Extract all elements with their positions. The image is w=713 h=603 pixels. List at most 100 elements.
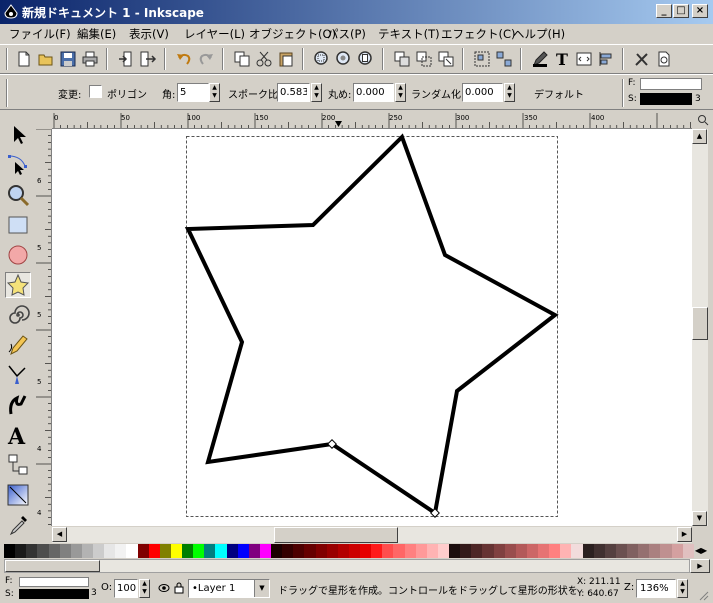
menu-layer[interactable]: レイヤー(L) — [184, 26, 245, 42]
palette-swatch[interactable] — [404, 544, 416, 558]
palette-swatch[interactable] — [426, 544, 438, 558]
palette-swatch[interactable] — [504, 544, 516, 558]
horizontal-scrollbar[interactable]: ◀ ▶ — [52, 527, 692, 543]
palette-swatch[interactable] — [627, 544, 639, 558]
palette-swatch[interactable] — [248, 544, 260, 558]
rectangle-tool[interactable] — [5, 212, 31, 238]
palette-swatch[interactable] — [4, 544, 16, 558]
preferences-icon[interactable] — [633, 50, 651, 68]
palette-swatch[interactable] — [649, 544, 661, 558]
spoke-ratio-field[interactable] — [278, 84, 309, 101]
palette-swatch[interactable] — [159, 544, 171, 558]
palette-swatch[interactable] — [26, 544, 38, 558]
duplicate-icon[interactable] — [393, 50, 411, 68]
palette-swatch[interactable] — [271, 544, 283, 558]
palette-swatch[interactable] — [337, 544, 349, 558]
palette-swatch[interactable] — [615, 544, 627, 558]
redo-icon[interactable] — [197, 50, 215, 68]
palette-swatch[interactable] — [526, 544, 538, 558]
opacity-spin-button[interactable]: ▲ ▼ — [139, 579, 150, 598]
ellipse-tool[interactable] — [5, 242, 31, 268]
menu-path[interactable]: パス(P) — [327, 26, 366, 42]
randomize-input[interactable] — [462, 83, 503, 102]
selector-tool[interactable] — [5, 122, 31, 148]
palette-scroll-icon[interactable]: ◀▶ — [693, 544, 709, 558]
opacity-input[interactable]: 100 — [114, 579, 138, 598]
palette-swatch[interactable] — [593, 544, 605, 558]
group-icon[interactable] — [473, 50, 491, 68]
layer-selector[interactable]: •Layer 1 ▼ — [188, 579, 270, 598]
save-icon[interactable] — [59, 50, 77, 68]
status-fill-swatch[interactable] — [19, 577, 89, 587]
menu-text[interactable]: テキスト(T) — [378, 26, 440, 42]
palette-swatch[interactable] — [81, 544, 93, 558]
cut-icon[interactable] — [255, 50, 273, 68]
palette-swatch[interactable] — [70, 544, 82, 558]
calligraphy-tool[interactable] — [5, 392, 31, 418]
palette-swatch[interactable] — [193, 544, 205, 558]
maximize-button[interactable]: □ — [673, 4, 689, 18]
palette-swatch[interactable] — [415, 544, 427, 558]
vertical-ruler[interactable]: 6 5 5 5 4 4 — [36, 129, 52, 526]
spoke-ratio-input[interactable] — [277, 83, 310, 102]
zoom-spin-button[interactable]: ▲ ▼ — [677, 579, 688, 598]
palette-swatch[interactable] — [538, 544, 550, 558]
horizontal-scroll-thumb[interactable] — [274, 527, 398, 543]
new-document-icon[interactable] — [15, 50, 33, 68]
palette-swatch[interactable] — [226, 544, 238, 558]
resize-grip-icon[interactable] — [697, 589, 709, 601]
dropper-tool[interactable] — [5, 512, 31, 538]
palette-swatch[interactable] — [182, 544, 194, 558]
zoom-corner-icon[interactable] — [695, 113, 711, 129]
rounded-spin-button[interactable]: ▲ ▼ — [395, 83, 406, 102]
palette-swatch[interactable] — [437, 544, 449, 558]
scroll-up-button[interactable]: ▲ — [692, 129, 707, 144]
palette-swatch[interactable] — [315, 544, 327, 558]
palette-swatch[interactable] — [204, 544, 216, 558]
clone-icon[interactable] — [415, 50, 433, 68]
palette-swatch[interactable] — [671, 544, 683, 558]
defaults-button[interactable]: デフォルト — [534, 86, 584, 101]
palette-swatch[interactable] — [215, 544, 227, 558]
undo-icon[interactable] — [175, 50, 193, 68]
menu-edit[interactable]: 編集(E) — [77, 26, 116, 42]
palette-swatch[interactable] — [104, 544, 116, 558]
palette-swatch[interactable] — [371, 544, 383, 558]
text-tool[interactable]: A — [5, 422, 31, 450]
palette-swatch[interactable] — [571, 544, 583, 558]
vertical-scroll-thumb[interactable] — [692, 307, 708, 340]
corners-spin-button[interactable]: ▲ ▼ — [209, 83, 220, 102]
export-icon[interactable] — [139, 50, 157, 68]
rounded-input[interactable] — [353, 83, 394, 102]
print-icon[interactable] — [81, 50, 99, 68]
palette-scroll-right-button[interactable]: ▶ — [690, 559, 710, 573]
palette-swatch[interactable] — [515, 544, 527, 558]
open-icon[interactable] — [37, 50, 55, 68]
palette-swatch[interactable] — [293, 544, 305, 558]
palette-swatch[interactable] — [482, 544, 494, 558]
menu-file[interactable]: ファイル(F) — [9, 26, 71, 42]
menu-object[interactable]: オブジェクト(O) — [249, 26, 336, 42]
palette-swatch[interactable] — [48, 544, 60, 558]
menu-effect[interactable]: エフェクト(C) — [441, 26, 516, 42]
zoom-page-icon[interactable] — [357, 50, 375, 68]
palette-swatch[interactable] — [59, 544, 71, 558]
palette-scrollbar[interactable] — [4, 559, 690, 573]
corners-field[interactable] — [178, 84, 208, 101]
document-properties-icon[interactable] — [655, 50, 673, 68]
close-button[interactable]: × — [692, 4, 708, 18]
palette-swatch[interactable] — [93, 544, 105, 558]
copy-icon[interactable] — [233, 50, 251, 68]
zoom-input[interactable]: 136% — [636, 579, 676, 598]
menu-view[interactable]: 表示(V) — [129, 26, 169, 42]
horizontal-ruler[interactable]: 0 50 100 150 200 250 300 350 400 — [52, 113, 692, 129]
palette-swatch[interactable] — [326, 544, 338, 558]
layer-visibility-icon[interactable] — [158, 583, 170, 593]
zoom-selection-icon[interactable] — [313, 50, 331, 68]
palette-swatch[interactable] — [126, 544, 138, 558]
scroll-down-button[interactable]: ▼ — [692, 511, 707, 526]
palette-swatch[interactable] — [582, 544, 594, 558]
palette-swatch[interactable] — [393, 544, 405, 558]
palette-swatch[interactable] — [259, 544, 271, 558]
xml-editor-icon[interactable] — [575, 50, 593, 68]
